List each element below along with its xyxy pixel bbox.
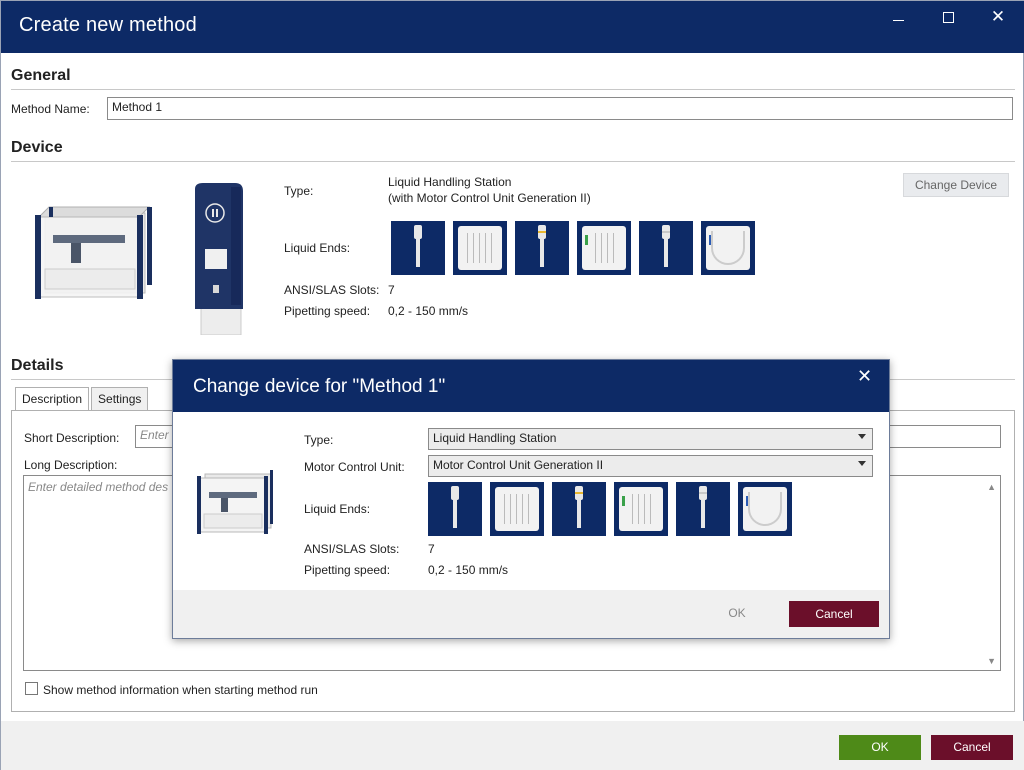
motor-control-unit-image	[195, 183, 243, 335]
general-heading: General	[11, 67, 71, 84]
slots-value: 7	[388, 283, 395, 297]
change-device-title-bar: Change device for "Method 1" ✕	[173, 360, 889, 412]
tab-description[interactable]: Description	[15, 387, 90, 411]
mcu-select[interactable]: Motor Control Unit Generation II	[428, 455, 873, 477]
device-type-value-line2: (with Motor Control Unit Generation II)	[388, 191, 591, 205]
cancel-button[interactable]: Cancel	[931, 735, 1013, 760]
device-heading: Device	[11, 139, 63, 156]
chevron-down-icon	[858, 434, 866, 439]
tab-settings[interactable]: Settings	[91, 387, 149, 411]
modal-type-label: Type:	[304, 433, 334, 447]
modal-liquid-ends-row	[428, 482, 792, 536]
multichannel-pipette-green-icon[interactable]	[614, 482, 668, 536]
long-description-placeholder: Enter detailed method des	[28, 480, 169, 494]
multichannel-pipette-green-icon	[577, 221, 631, 275]
liquid-ends-row	[391, 221, 755, 275]
device-type-value-line1: Liquid Handling Station	[388, 175, 512, 189]
short-description-label: Short Description:	[24, 431, 120, 445]
ok-button[interactable]: OK	[839, 735, 921, 760]
show-info-checkbox[interactable]	[25, 682, 38, 695]
pipetting-speed-label: Pipetting speed:	[284, 304, 371, 318]
method-name-input[interactable]: Method 1	[107, 97, 1013, 120]
pipetting-speed-value: 0,2 - 150 mm/s	[388, 304, 469, 318]
single-channel-pipette-icon	[639, 221, 693, 275]
device-type-label: Type:	[284, 184, 314, 198]
multichannel-pipette-icon	[453, 221, 507, 275]
long-description-label: Long Description:	[24, 458, 118, 472]
window-title: Create new method	[19, 14, 197, 36]
title-bar: Create new method ✕	[1, 1, 1024, 53]
modal-liquid-ends-label: Liquid Ends:	[304, 502, 371, 516]
close-icon[interactable]: ✕	[857, 366, 872, 387]
single-channel-reservoir-icon[interactable]	[738, 482, 792, 536]
change-device-title: Change device for "Method 1"	[193, 376, 446, 397]
change-device-dialog: Change device for "Method 1" ✕ Type: Liq…	[172, 359, 890, 639]
type-select[interactable]: Liquid Handling Station	[428, 428, 873, 450]
modal-ok-button[interactable]: OK	[703, 601, 771, 626]
general-divider	[11, 89, 1015, 90]
change-device-footer	[173, 590, 889, 638]
liquid-ends-label: Liquid Ends:	[284, 241, 351, 255]
device-divider	[11, 161, 1015, 162]
single-channel-pipette-yellow-icon	[515, 221, 569, 275]
create-method-window: Create new method ✕ General Method Name:…	[0, 0, 1024, 770]
single-channel-pipette-icon[interactable]	[428, 482, 482, 536]
single-channel-reservoir-icon	[701, 221, 755, 275]
liquid-handling-station-image	[197, 470, 273, 534]
maximize-icon[interactable]	[933, 7, 963, 29]
single-channel-pipette-icon[interactable]	[676, 482, 730, 536]
modal-slots-label: ANSI/SLAS Slots:	[304, 542, 400, 556]
method-name-label: Method Name:	[11, 102, 90, 116]
single-channel-pipette-yellow-icon[interactable]	[552, 482, 606, 536]
show-info-checkbox-label: Show method information when starting me…	[43, 683, 318, 697]
slots-label: ANSI/SLAS Slots:	[284, 283, 380, 297]
single-channel-pipette-icon	[391, 221, 445, 275]
change-device-button[interactable]: Change Device	[903, 173, 1009, 197]
modal-cancel-button[interactable]: Cancel	[789, 601, 879, 627]
details-heading: Details	[11, 357, 64, 374]
modal-speed-value: 0,2 - 150 mm/s	[428, 563, 509, 577]
details-tabs: Description Settings	[15, 387, 150, 411]
mcu-select-value: Motor Control Unit Generation II	[433, 458, 604, 472]
scroll-up-icon[interactable]: ▲	[987, 482, 996, 492]
mcu-label: Motor Control Unit:	[304, 460, 405, 474]
chevron-down-icon	[858, 461, 866, 466]
close-icon[interactable]: ✕	[983, 7, 1013, 29]
modal-speed-label: Pipetting speed:	[304, 563, 391, 577]
modal-slots-value: 7	[428, 542, 435, 556]
minimize-icon[interactable]	[883, 7, 913, 29]
multichannel-pipette-icon[interactable]	[490, 482, 544, 536]
liquid-handling-station-image	[35, 206, 152, 299]
scroll-down-icon[interactable]: ▼	[987, 656, 996, 666]
type-select-value: Liquid Handling Station	[433, 431, 557, 445]
